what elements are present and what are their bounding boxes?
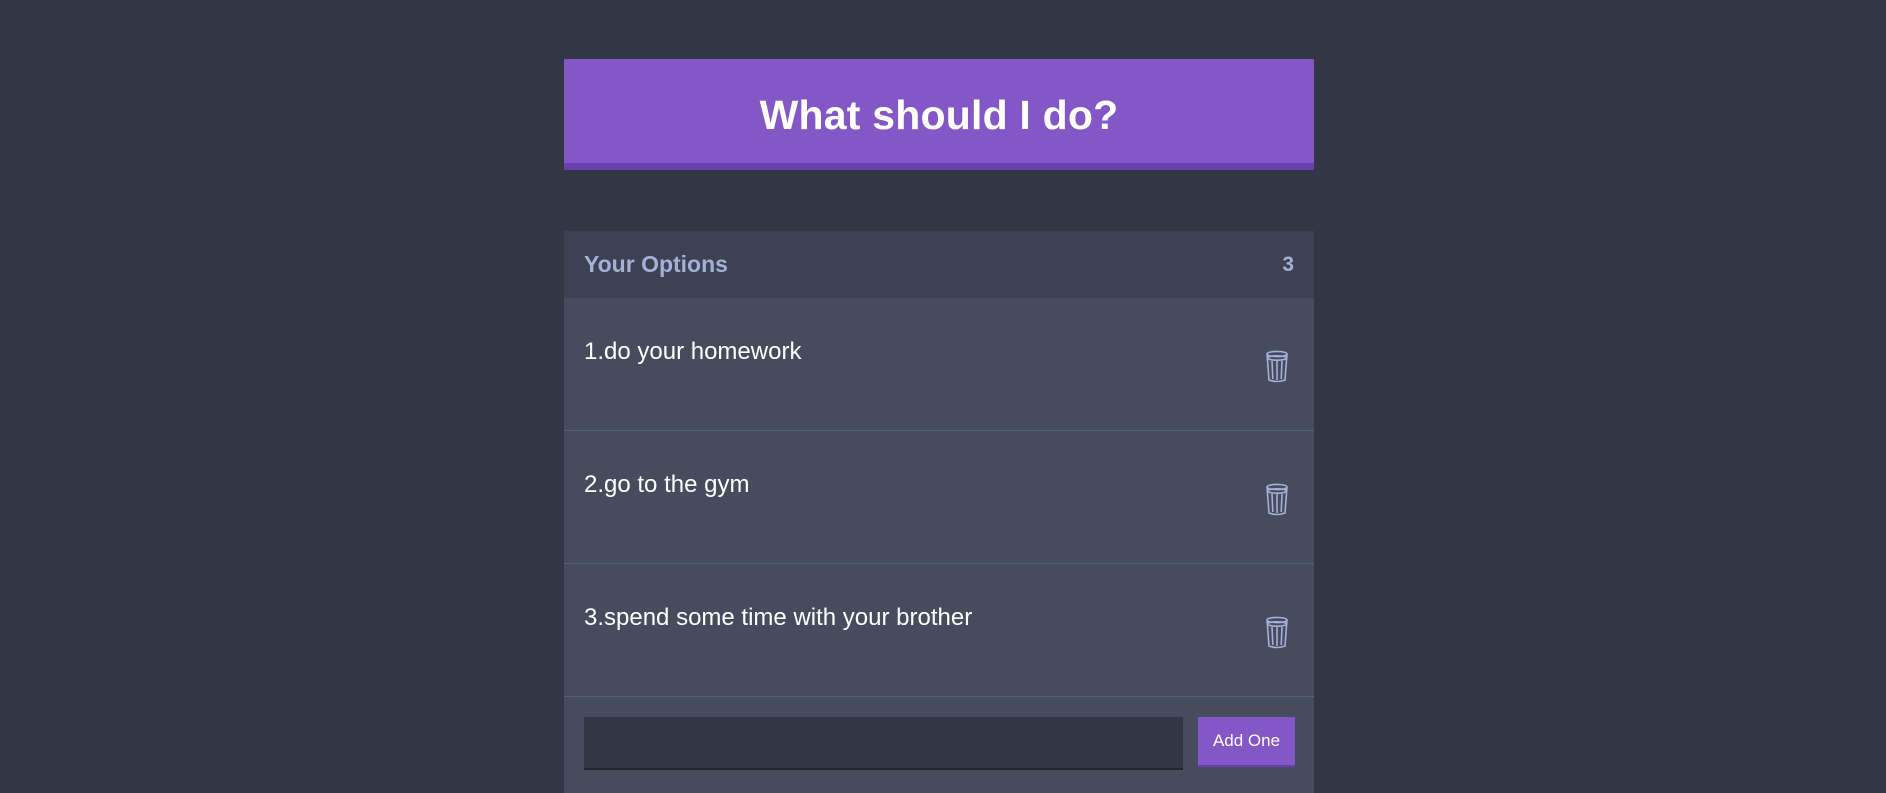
options-panel-header: Your Options 3 [564, 231, 1314, 298]
add-option-form: Add One [564, 697, 1314, 791]
trash-icon [1266, 483, 1288, 516]
remove-option-button[interactable] [1263, 349, 1291, 383]
app-title: What should I do? [759, 91, 1119, 138]
option-text: 1.do your homework [584, 338, 802, 365]
app-header: What should I do? [564, 59, 1314, 170]
options-panel: Your Options 3 1.do your homework 2.go t… [564, 231, 1314, 793]
option-text: 3.spend some time with your brother [584, 604, 973, 631]
remove-option-button[interactable] [1263, 615, 1291, 649]
options-count: 3 [1282, 252, 1294, 276]
option-item: 3.spend some time with your brother [564, 564, 1314, 697]
add-option-button[interactable]: Add One [1198, 717, 1295, 767]
option-item: 1.do your homework [564, 298, 1314, 431]
remove-option-button[interactable] [1263, 482, 1291, 516]
options-panel-title: Your Options [584, 251, 728, 277]
option-item: 2.go to the gym [564, 431, 1314, 564]
add-option-input[interactable] [584, 717, 1183, 770]
option-text: 2.go to the gym [584, 471, 750, 498]
trash-icon [1266, 350, 1288, 383]
trash-icon [1266, 616, 1288, 649]
